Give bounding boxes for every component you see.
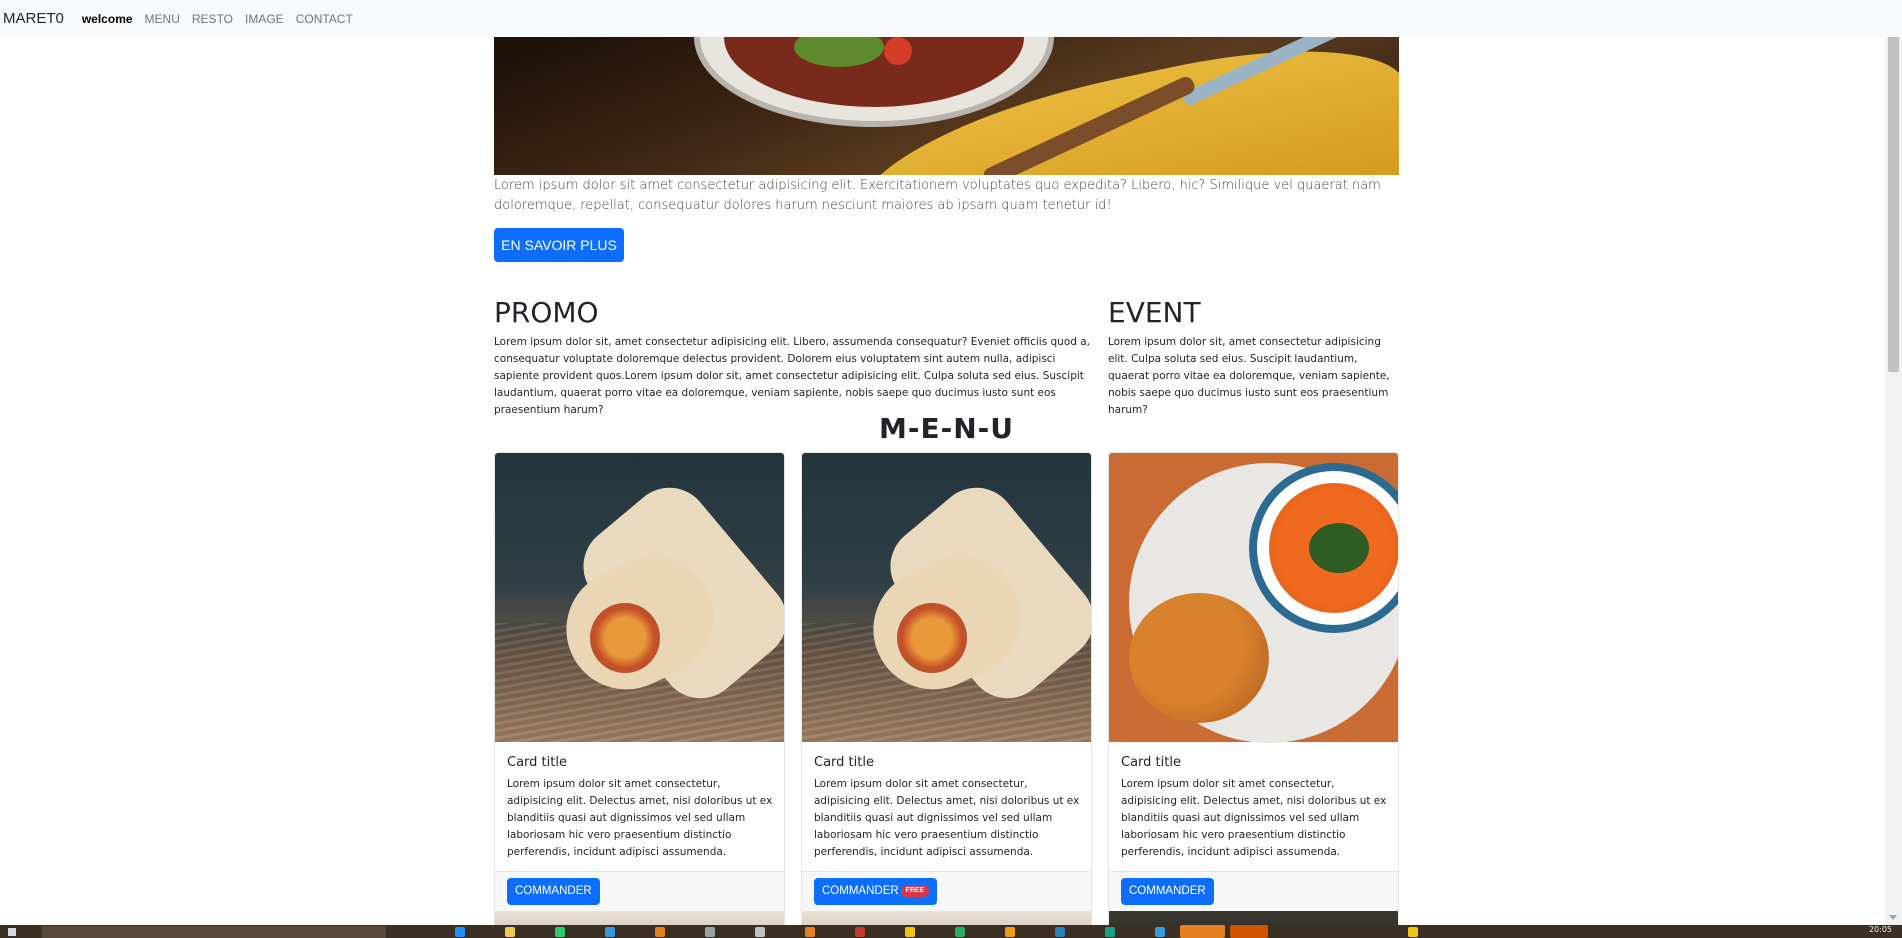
app-icon[interactable] xyxy=(705,927,715,937)
card-text: Lorem ipsum dolor sit amet consectetur, … xyxy=(814,778,1080,858)
order-button[interactable]: COMMANDER xyxy=(1121,878,1214,905)
taskbar-clock[interactable]: 20:05 xyxy=(1869,925,1892,934)
order-button-label: COMMANDER xyxy=(822,885,899,897)
card-title: Card title xyxy=(814,755,874,770)
order-button-label: COMMANDER xyxy=(515,885,592,897)
free-badge: FREE xyxy=(900,884,930,897)
event-text: Lorem ipsum dolor sit, amet consectetur … xyxy=(1108,336,1390,416)
app-icon[interactable] xyxy=(1055,927,1065,937)
nav-link-menu[interactable]: MENU xyxy=(145,12,180,26)
hero-image xyxy=(494,37,1399,175)
app-icon[interactable] xyxy=(1005,927,1015,937)
app-icon[interactable] xyxy=(755,927,765,937)
brand-logo[interactable]: MARET0 xyxy=(3,10,64,27)
card-text: Lorem ipsum dolor sit amet consectetur, … xyxy=(507,778,773,858)
burrito-image xyxy=(802,453,1091,742)
nav-link-contact[interactable]: CONTACT xyxy=(296,12,353,26)
order-button[interactable]: COMMANDER FREE xyxy=(814,878,938,905)
app-icon[interactable] xyxy=(1155,927,1165,937)
app-icon[interactable] xyxy=(855,927,865,937)
menu-title: M-E-N-U xyxy=(878,412,1015,445)
order-button-label: COMMANDER xyxy=(1129,885,1206,897)
active-app-icon[interactable] xyxy=(1230,925,1268,938)
app-icon[interactable] xyxy=(555,927,565,937)
card-title: Card title xyxy=(1121,755,1181,770)
card-text: Lorem ipsum dolor sit amet consectetur, … xyxy=(1121,778,1387,858)
app-icon[interactable] xyxy=(955,927,965,937)
app-icon[interactable] xyxy=(605,927,615,937)
hero-description: Lorem ipsum dolor sit amet consectetur a… xyxy=(494,178,1381,213)
vertical-scrollbar[interactable] xyxy=(1885,0,1902,925)
learn-more-button[interactable]: EN SAVOIR PLUS xyxy=(494,228,624,262)
card-footer: COMMANDER xyxy=(1109,871,1398,911)
app-icon[interactable] xyxy=(655,927,665,937)
start-icon[interactable] xyxy=(8,928,16,936)
menu-card: Card title Lorem ipsum dolor sit amet co… xyxy=(494,452,785,938)
tray-icon[interactable] xyxy=(1408,927,1418,937)
nav-link-resto[interactable]: RESTO xyxy=(192,12,233,26)
menu-card: Card title Lorem ipsum dolor sit amet co… xyxy=(1108,452,1399,938)
scroll-thumb[interactable] xyxy=(1888,14,1899,372)
app-icon[interactable] xyxy=(905,927,915,937)
nav-links: welcome MENU RESTO IMAGE CONTACT xyxy=(82,12,365,26)
app-icon[interactable] xyxy=(805,927,815,937)
app-icon[interactable] xyxy=(455,927,465,937)
burrito-image xyxy=(495,453,784,742)
taskbar-search[interactable] xyxy=(42,926,386,938)
menu-card: Card title Lorem ipsum dolor sit amet co… xyxy=(801,452,1092,938)
order-button[interactable]: COMMANDER xyxy=(507,878,600,905)
promo-text: Lorem ipsum dolor sit, amet consectetur … xyxy=(494,336,1091,416)
navbar: MARET0 welcome MENU RESTO IMAGE CONTACT xyxy=(0,0,1902,37)
nav-link-image[interactable]: IMAGE xyxy=(245,12,284,26)
card-body: Card title Lorem ipsum dolor sit amet co… xyxy=(507,755,777,861)
app-icon[interactable] xyxy=(1105,927,1115,937)
card-footer: COMMANDER xyxy=(495,871,784,911)
event-title: EVENT xyxy=(1108,296,1201,329)
card-footer: COMMANDER FREE xyxy=(802,871,1091,911)
nav-link-welcome[interactable]: welcome xyxy=(82,12,133,26)
scroll-down-arrow-icon[interactable] xyxy=(1889,915,1897,920)
promo-title: PROMO xyxy=(494,296,599,329)
soup-and-bun-image xyxy=(1109,453,1398,743)
card-body: Card title Lorem ipsum dolor sit amet co… xyxy=(1121,755,1391,861)
os-taskbar: 20:05 xyxy=(0,925,1902,938)
active-app-icon[interactable] xyxy=(1180,925,1225,938)
folder-icon[interactable] xyxy=(505,927,515,937)
card-title: Card title xyxy=(507,755,567,770)
card-body: Card title Lorem ipsum dolor sit amet co… xyxy=(814,755,1084,861)
